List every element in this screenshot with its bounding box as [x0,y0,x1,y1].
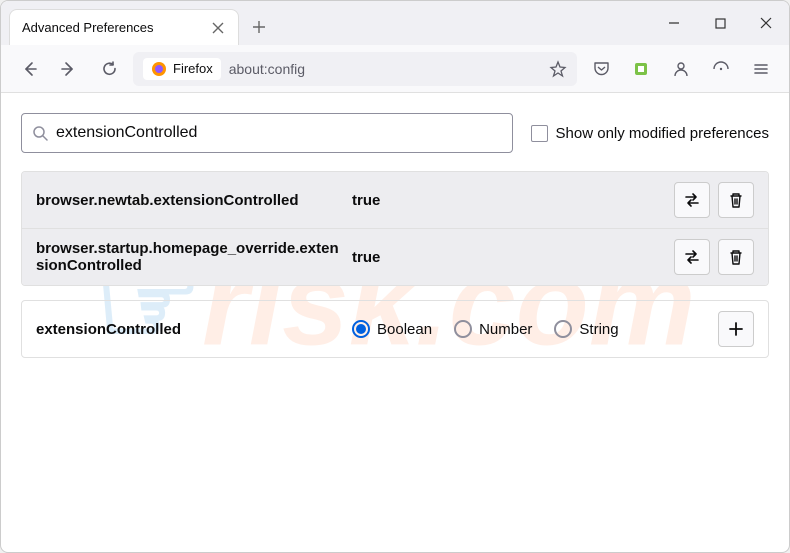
radio-boolean[interactable]: Boolean [352,320,432,338]
close-window-button[interactable] [743,1,789,45]
new-pref-row: extensionControlled Boolean Number Strin… [22,301,768,357]
radio-label: String [579,321,618,338]
navigation-toolbar: Firefox about:config [1,45,789,93]
titlebar: Advanced Preferences [1,1,789,45]
delete-button[interactable] [718,239,754,275]
pref-row: browser.newtab.extensionControlled true [22,172,768,229]
tab-title: Advanced Preferences [22,20,202,35]
pref-actions [718,311,754,347]
url-bar[interactable]: Firefox about:config [133,52,577,86]
show-modified-checkbox-wrap[interactable]: Show only modified preferences [531,125,769,142]
content-area: Show only modified preferences browser.n… [1,93,789,392]
radio-input[interactable] [554,320,572,338]
browser-tab[interactable]: Advanced Preferences [9,9,239,45]
search-icon [32,125,48,141]
pref-name: browser.startup.homepage_override.extens… [36,240,346,274]
radio-label: Boolean [377,321,432,338]
search-box[interactable] [21,113,513,153]
toggle-button[interactable] [674,182,710,218]
firefox-icon [151,61,167,77]
new-pref-table: extensionControlled Boolean Number Strin… [21,300,769,358]
type-select: Boolean Number String [346,320,718,338]
pref-name: browser.newtab.extensionControlled [36,192,346,209]
add-button[interactable] [718,311,754,347]
radio-string[interactable]: String [554,320,618,338]
reload-button[interactable] [93,53,125,85]
pref-actions [674,239,754,275]
account-icon[interactable] [665,53,697,85]
pref-value: true [346,249,674,266]
pref-row: browser.startup.homepage_override.extens… [22,229,768,285]
window-controls [651,1,789,45]
pref-actions [674,182,754,218]
overflow-icon[interactable] [705,53,737,85]
maximize-button[interactable] [697,1,743,45]
radio-number[interactable]: Number [454,320,532,338]
extension-icon[interactable] [625,53,657,85]
preferences-table: browser.newtab.extensionControlled true … [21,171,769,286]
url-text: about:config [229,61,541,77]
show-modified-checkbox[interactable] [531,125,548,142]
new-pref-name: extensionControlled [36,321,346,338]
pocket-icon[interactable] [585,53,617,85]
firefox-badge: Firefox [143,58,221,80]
search-row: Show only modified preferences [21,113,769,153]
firefox-label: Firefox [173,61,213,76]
radio-label: Number [479,321,532,338]
radio-input[interactable] [352,320,370,338]
forward-button[interactable] [53,53,85,85]
delete-button[interactable] [718,182,754,218]
search-input[interactable] [56,124,502,142]
radio-input[interactable] [454,320,472,338]
browser-window: Advanced Preferences [0,0,790,553]
show-modified-label: Show only modified preferences [556,125,769,142]
new-tab-button[interactable] [243,11,275,43]
back-button[interactable] [13,53,45,85]
menu-icon[interactable] [745,53,777,85]
bookmark-star-icon[interactable] [549,60,567,78]
close-tab-icon[interactable] [210,20,226,36]
pref-value: true [346,192,674,209]
toggle-button[interactable] [674,239,710,275]
minimize-button[interactable] [651,1,697,45]
